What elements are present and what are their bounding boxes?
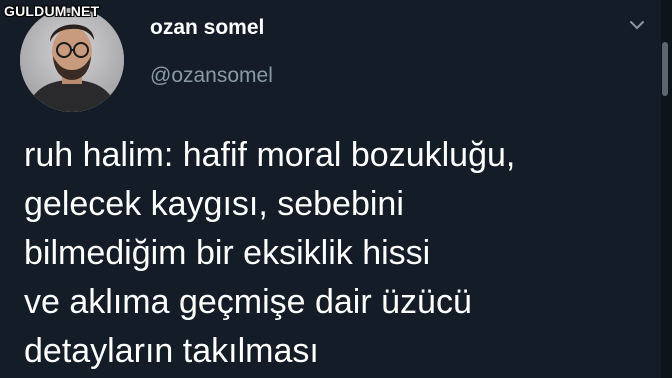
tweet-text-line: ruh halim: hafif moral bozukluğu, (24, 136, 516, 174)
author-name[interactable]: ozan somel (150, 16, 264, 40)
tweet-text-line: bilmediğim bir eksiklik hissi (24, 234, 431, 272)
site-watermark: GULDUM.NET (4, 3, 100, 19)
avatar[interactable] (20, 8, 124, 112)
chevron-down-icon[interactable] (626, 16, 648, 34)
tweet-text-line: ve aklıma geçmişe dair üzücü (24, 283, 472, 321)
scrollbar-thumb[interactable] (662, 42, 668, 96)
author-handle[interactable]: @ozansomel (150, 64, 273, 88)
avatar-photo (20, 8, 124, 112)
tweet-card: GULDUM.NET ozan somel @ozansomel ruh hal… (0, 0, 672, 378)
tweet-text-line: detayların takılması (24, 332, 319, 370)
tweet-text-line: gelecek kaygısı, sebebini (24, 185, 404, 223)
tweet-text: ruh halim: hafif moral bozukluğu, gelece… (24, 131, 654, 376)
